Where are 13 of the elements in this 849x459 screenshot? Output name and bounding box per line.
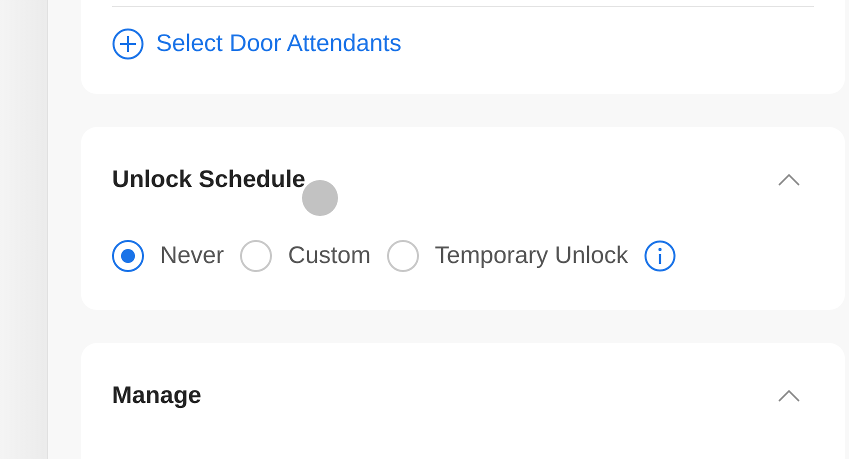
chevron-up-icon[interactable] (778, 390, 800, 402)
info-icon[interactable] (644, 240, 676, 272)
radio-option[interactable]: Never (112, 240, 224, 272)
radio-button[interactable] (386, 240, 419, 272)
radio-button[interactable] (112, 240, 144, 272)
select-attendants-link[interactable]: Select Door Attendants (112, 28, 402, 60)
plus-circle-icon (112, 28, 144, 60)
section-title: Unlock Schedule (112, 165, 306, 195)
chevron-up-icon[interactable] (778, 174, 800, 186)
radio-option[interactable]: Temporary Unlock (386, 240, 628, 272)
radio-option[interactable]: Custom (240, 240, 371, 272)
section-title: Manage (112, 381, 202, 411)
radio-button[interactable] (240, 240, 272, 272)
